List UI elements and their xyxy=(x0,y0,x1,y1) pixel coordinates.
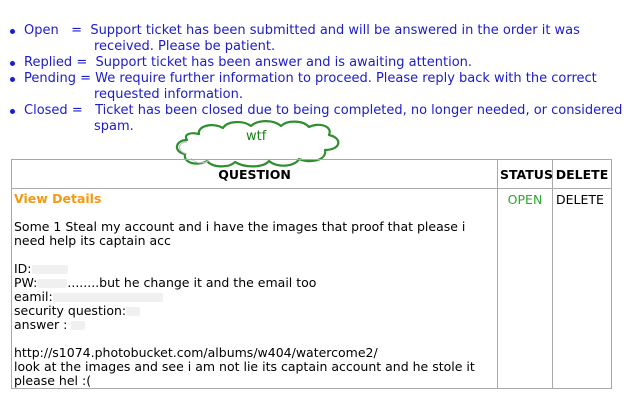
question-text: ID: xyxy=(14,261,32,276)
question-line-security: security question: xyxy=(14,304,495,318)
question-line-pw: PW: ........but he change it and the emai… xyxy=(14,276,495,290)
redacted-value xyxy=(71,321,86,330)
question-text: eamil: xyxy=(14,289,53,304)
question-cell: View Details Some 1 Steal my account and… xyxy=(11,188,498,389)
annotation-text: wtf xyxy=(246,129,267,144)
question-line-email: eamil: xyxy=(14,290,495,304)
bullet-icon xyxy=(10,109,15,114)
question-text: security question: xyxy=(14,303,127,318)
view-details-link[interactable]: View Details xyxy=(14,192,101,206)
question-text: PW: xyxy=(14,275,38,290)
column-header-question: QUESTION xyxy=(11,159,498,189)
question-body: Some 1 Steal my account and i have the i… xyxy=(14,220,495,388)
legend-separator: = xyxy=(80,71,92,86)
question-link-text: http://s1074.photobucket.com/albums/w404… xyxy=(14,345,378,360)
question-line-id: ID: xyxy=(14,262,495,276)
status-cell: OPEN xyxy=(497,188,553,389)
legend-item-open: Open = Support ticket has been submitted… xyxy=(8,23,624,55)
legend-description: Support ticket has been submitted and wi… xyxy=(90,23,580,38)
redacted-value xyxy=(31,265,68,274)
table-header-row: QUESTION STATUS DELETE xyxy=(11,159,612,189)
tickets-table: QUESTION STATUS DELETE View Details Some… xyxy=(11,159,612,389)
support-ticket-page: Open = Support ticket has been submitted… xyxy=(0,0,632,410)
legend-separator: = xyxy=(71,23,83,38)
legend-separator: = xyxy=(71,103,83,118)
table-row: View Details Some 1 Steal my account and… xyxy=(11,188,612,389)
legend-description-cont: received. Please be patient. xyxy=(94,39,276,54)
legend-description: We require further information to procee… xyxy=(95,71,597,86)
question-text: answer : xyxy=(14,317,68,332)
legend-item-replied: Replied = Support ticket has been answer… xyxy=(8,55,624,71)
redacted-value xyxy=(37,279,68,288)
bullet-icon xyxy=(10,29,15,34)
legend-description: Ticket has been closed due to being comp… xyxy=(95,103,623,118)
question-text: look at the images and see i am not lie … xyxy=(14,359,475,388)
column-header-status: STATUS xyxy=(497,159,553,189)
legend-term: Replied xyxy=(24,55,73,70)
legend-term: Closed xyxy=(24,103,68,118)
column-header-delete: DELETE xyxy=(552,159,612,189)
legend-description-cont: requested information. xyxy=(94,87,243,102)
legend-term: Pending xyxy=(24,71,76,86)
question-text: ........but he change it and the email t… xyxy=(67,275,317,290)
question-line-answer: answer : xyxy=(14,318,495,332)
legend-term: Open xyxy=(24,23,59,38)
bullet-icon xyxy=(10,61,15,66)
legend-item-pending: Pending = We require further information… xyxy=(8,71,624,103)
redacted-value xyxy=(126,307,141,316)
legend-description: Support ticket has been answer and is aw… xyxy=(95,55,473,70)
delete-button[interactable]: DELETE xyxy=(552,188,612,389)
legend-separator: = xyxy=(76,55,88,70)
bullet-icon xyxy=(10,77,15,82)
question-text: Some 1 Steal my account and i have the i… xyxy=(14,219,466,248)
redacted-value xyxy=(52,293,163,302)
